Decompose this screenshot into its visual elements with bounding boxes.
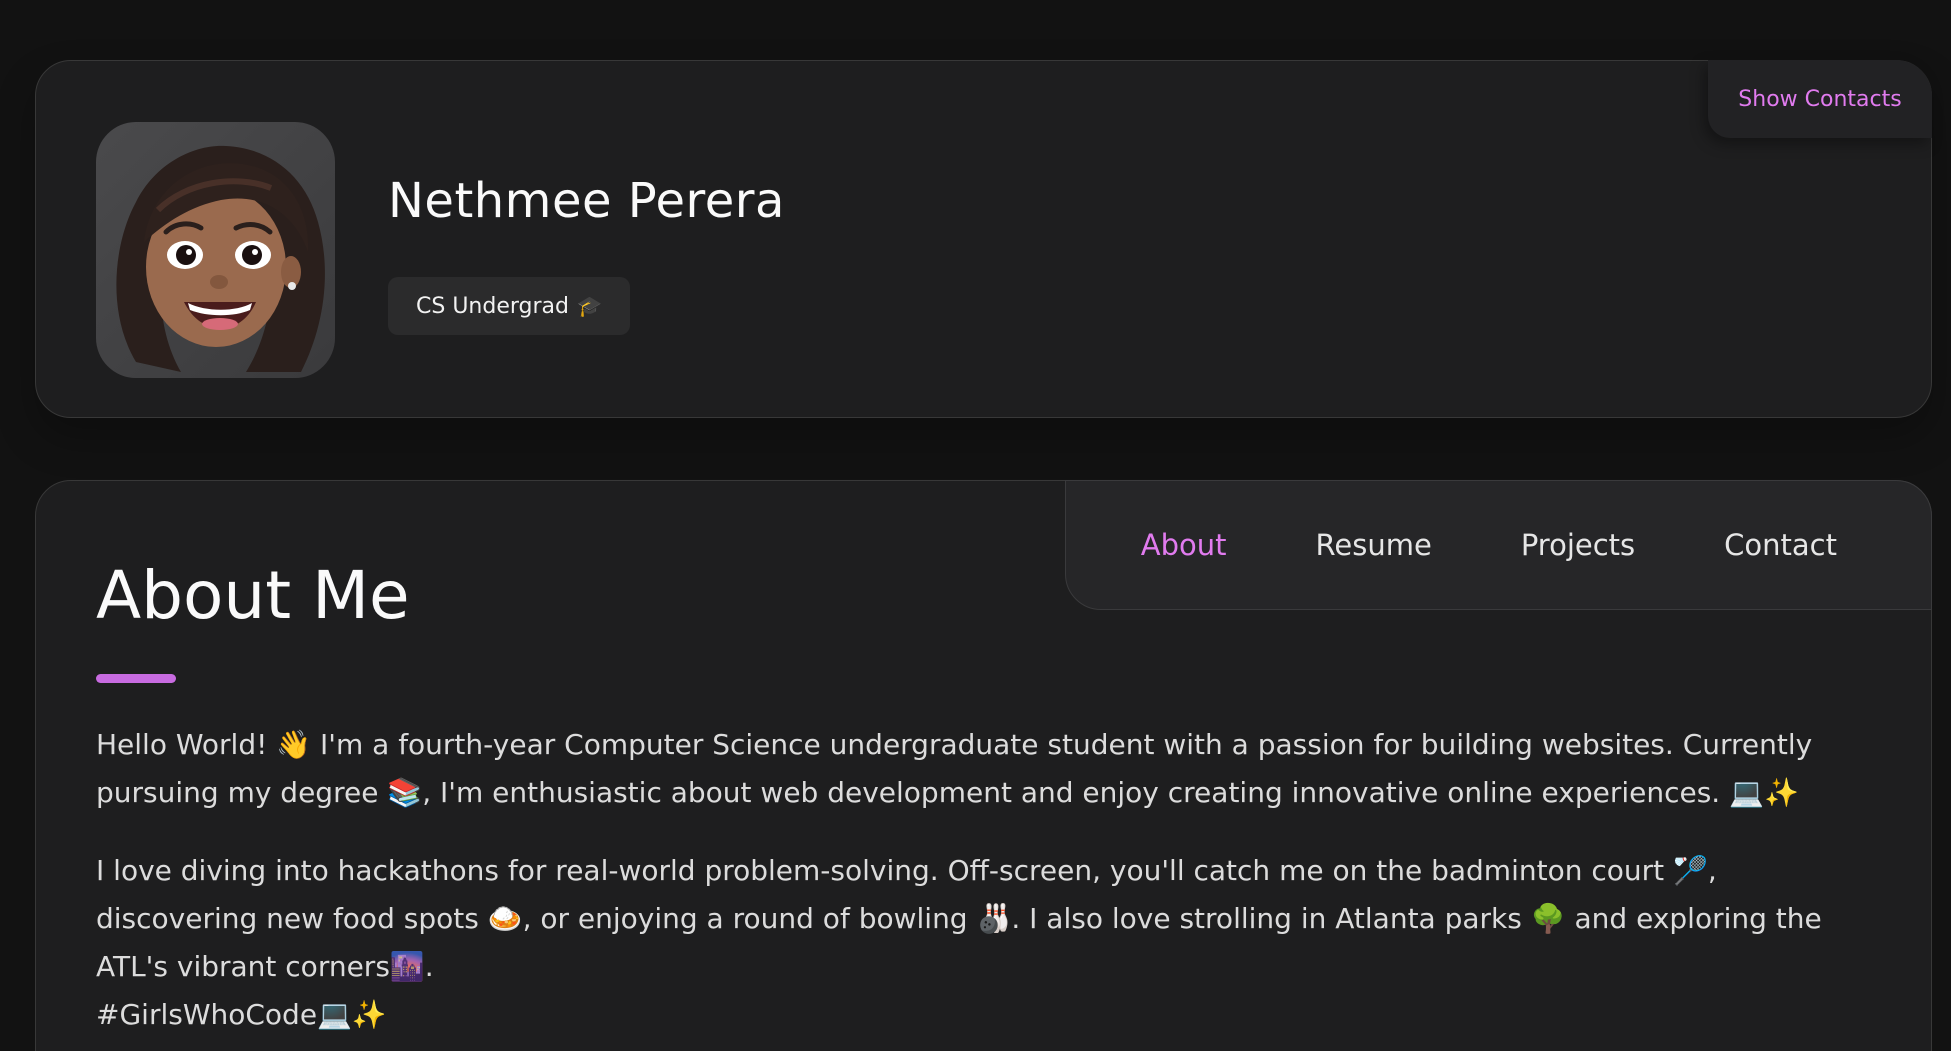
nav-link-resume[interactable]: Resume (1316, 528, 1432, 562)
profile-card: Show Contacts Nethmee Perera CS Undergra… (35, 60, 1932, 418)
avatar-memoji-icon (116, 145, 325, 372)
show-contacts-button[interactable]: Show Contacts (1708, 60, 1932, 138)
page: Show Contacts Nethmee Perera CS Undergra… (0, 0, 1951, 1051)
page-title: About Me (96, 557, 410, 634)
title-badge-label: CS Undergrad (416, 293, 569, 319)
avatar (96, 122, 335, 378)
about-paragraph-2: I love diving into hackathons for real-w… (96, 847, 1886, 1039)
about-article: About Resume Projects Contact About Me H… (35, 480, 1932, 1051)
nav-link-contact[interactable]: Contact (1724, 528, 1837, 562)
profile-name: Nethmee Perera (388, 173, 785, 229)
title-underline (96, 674, 176, 683)
about-paragraph-2-text: I love diving into hackathons for real-w… (96, 854, 1822, 983)
nav-link-projects[interactable]: Projects (1521, 528, 1635, 562)
hashtag: #GirlsWhoCode💻✨ (96, 998, 387, 1031)
nav-link-about[interactable]: About (1141, 528, 1227, 562)
about-paragraph-1: Hello World! 👋 I'm a fourth-year Compute… (96, 728, 1813, 809)
navbar: About Resume Projects Contact (1065, 480, 1932, 610)
about-text: Hello World! 👋 I'm a fourth-year Compute… (96, 721, 1886, 1039)
title-badge: CS Undergrad 🎓 (388, 277, 630, 335)
graduation-cap-icon: 🎓 (576, 294, 602, 318)
